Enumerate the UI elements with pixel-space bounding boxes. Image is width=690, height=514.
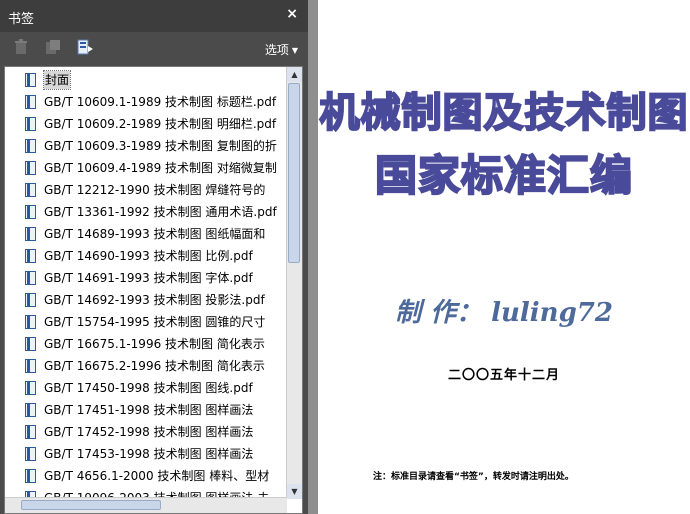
bookmark-icon	[25, 117, 36, 131]
bookmark-item[interactable]: GB/T 10609.3-1989 技术制图 复制图的折	[5, 135, 287, 157]
bookmark-label: GB/T 14689-1993 技术制图 图纸幅面和	[44, 227, 266, 241]
document-note: 注：标准目录请查看“书签”，转发时请注明出处。	[373, 472, 574, 482]
bookmark-icon	[25, 403, 36, 417]
bookmark-label: GB/T 12212-1990 技术制图 焊缝符号的	[44, 183, 266, 197]
bookmark-item[interactable]: GB/T 17452-1998 技术制图 图样画法	[5, 421, 287, 443]
bookmark-item[interactable]: GB/T 10609.4-1989 技术制图 对缩微复制	[5, 157, 287, 179]
bookmark-icon	[25, 95, 36, 109]
bookmark-item[interactable]: GB/T 14691-1993 技术制图 字体.pdf	[5, 267, 287, 289]
bookmark-item[interactable]: GB/T 13361-1992 技术制图 通用术语.pdf	[5, 201, 287, 223]
scroll-down-icon[interactable]: ▼	[287, 484, 302, 499]
document-maker: 制 作： luling72	[395, 298, 613, 328]
bookmark-label: GB/T 10609.1-1989 技术制图 标题栏.pdf	[44, 95, 277, 109]
bookmark-item[interactable]: GB/T 17451-1998 技术制图 图样画法	[5, 399, 287, 421]
bookmark-label: GB/T 10609.4-1989 技术制图 对缩微复制	[44, 161, 277, 175]
bookmark-label: GB/T 14690-1993 技术制图 比例.pdf	[44, 249, 253, 263]
bookmark-icon	[25, 161, 36, 175]
bookmark-icon	[25, 205, 36, 219]
document-title-line1: 机械制图及技术制图	[319, 88, 689, 137]
options-menu[interactable]: 选项 ▼	[265, 41, 298, 58]
horizontal-scrollbar[interactable]	[5, 497, 287, 513]
bookmark-item[interactable]: GB/T 14692-1993 技术制图 投影法.pdf	[5, 289, 287, 311]
bookmarks-toolbar: 选项 ▼	[0, 32, 308, 64]
bookmark-icon	[25, 227, 36, 241]
bookmark-icon	[25, 425, 36, 439]
bookmark-icon	[25, 469, 36, 483]
bookmark-icon	[25, 359, 36, 373]
scroll-up-icon[interactable]: ▲	[287, 67, 302, 82]
bookmark-item[interactable]: GB/T 4656.1-2000 技术制图 棒料、型材	[5, 465, 287, 487]
bookmark-icon	[25, 73, 36, 87]
bookmark-item-cover[interactable]: 封面	[5, 69, 287, 91]
bookmark-item[interactable]: GB/T 15754-1995 技术制图 圆锥的尺寸	[5, 311, 287, 333]
bookmark-label: GB/T 10609.3-1989 技术制图 复制图的折	[44, 139, 277, 153]
bookmark-item[interactable]: GB/T 14690-1993 技术制图 比例.pdf	[5, 245, 287, 267]
bookmark-icon	[25, 249, 36, 263]
scroll-thumb[interactable]	[288, 83, 300, 263]
bookmark-icon	[25, 447, 36, 461]
panel-header: 书签 ×	[0, 0, 308, 32]
bookmark-label: GB/T 4656.1-2000 技术制图 棒料、型材	[44, 469, 270, 483]
document-date: 二〇〇五年十二月	[447, 368, 560, 383]
bookmark-item[interactable]: GB/T 10609.1-1989 技术制图 标题栏.pdf	[5, 91, 287, 113]
document-title-line2: 国家标准汇编	[374, 150, 633, 201]
bookmark-label: GB/T 13361-1992 技术制图 通用术语.pdf	[44, 205, 277, 219]
hscroll-thumb[interactable]	[21, 500, 161, 510]
options-label: 选项	[264, 43, 289, 57]
bookmark-label: GB/T 10609.2-1989 技术制图 明细栏.pdf	[44, 117, 277, 131]
bookmark-icon	[25, 183, 36, 197]
bookmark-label: GB/T 17451-1998 技术制图 图样画法	[44, 403, 254, 417]
bookmark-item[interactable]: GB/T 12212-1990 技术制图 焊缝符号的	[5, 179, 287, 201]
bookmark-item[interactable]: GB/T 17453-1998 技术制图 图样画法	[5, 443, 287, 465]
bookmark-item[interactable]: GB/T 16675.1-1996 技术制图 简化表示	[5, 333, 287, 355]
expand-bookmark-icon[interactable]	[44, 38, 62, 56]
bookmark-icon	[25, 381, 36, 395]
close-icon[interactable]: ×	[286, 6, 298, 22]
trash-icon[interactable]	[12, 38, 30, 56]
bookmark-item[interactable]: GB/T 17450-1998 技术制图 图线.pdf	[5, 377, 287, 399]
bookmark-icon	[25, 293, 36, 307]
bookmark-item[interactable]: GB/T 10609.2-1989 技术制图 明细栏.pdf	[5, 113, 287, 135]
bookmark-label: GB/T 14691-1993 技术制图 字体.pdf	[44, 271, 253, 285]
document-page: 机械制图及技术制图 国家标准汇编 制 作： luling72 二〇〇五年十二月 …	[318, 0, 690, 514]
bookmark-item[interactable]: GB/T 16675.2-1996 技术制图 简化表示	[5, 355, 287, 377]
bookmark-tree[interactable]: 封面 GB/T 10609.1-1989 技术制图 标题栏.pdf GB/T 106…	[4, 66, 303, 514]
bookmarks-panel: 书签 × 选项 ▼ 封面 GB/T 10609.1-1989 技术制图 标题栏.pd…	[0, 0, 308, 514]
chevron-down-icon: ▼	[291, 46, 298, 55]
vertical-scrollbar[interactable]: ▲ ▼	[286, 67, 302, 499]
bookmark-label: 封面	[42, 70, 72, 90]
bookmark-label: GB/T 17453-1998 技术制图 图样画法	[44, 447, 254, 461]
bookmark-icon	[25, 271, 36, 285]
new-bookmark-icon[interactable]	[76, 38, 94, 56]
bookmark-label: GB/T 15754-1995 技术制图 圆锥的尺寸	[44, 315, 266, 329]
bookmark-icon	[25, 315, 36, 329]
bookmark-item[interactable]: GB/T 14689-1993 技术制图 图纸幅面和	[5, 223, 287, 245]
bookmark-icon	[25, 337, 36, 351]
bookmark-label: GB/T 16675.2-1996 技术制图 简化表示	[44, 359, 265, 373]
bookmark-label: GB/T 16675.1-1996 技术制图 简化表示	[44, 337, 265, 351]
bookmark-icon	[25, 139, 36, 153]
bookmark-label: GB/T 17452-1998 技术制图 图样画法	[44, 425, 254, 439]
panel-title: 书签	[8, 12, 35, 27]
bookmark-list: 封面 GB/T 10609.1-1989 技术制图 标题栏.pdf GB/T 106…	[5, 67, 287, 499]
panel-splitter[interactable]	[308, 0, 318, 514]
bookmark-label: GB/T 14692-1993 技术制图 投影法.pdf	[44, 293, 265, 307]
bookmark-label: GB/T 17450-1998 技术制图 图线.pdf	[44, 381, 253, 395]
